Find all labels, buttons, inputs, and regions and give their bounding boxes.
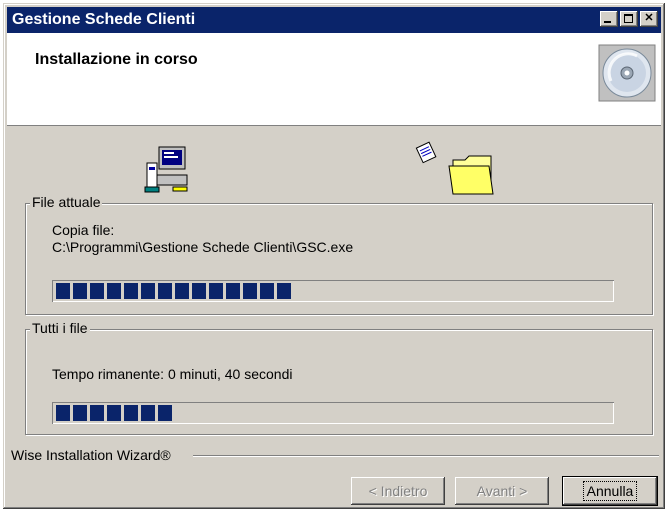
current-file-progress bbox=[52, 280, 614, 302]
progress-block bbox=[175, 283, 189, 299]
copy-label: Copia file: bbox=[52, 222, 115, 238]
progress-block bbox=[56, 405, 70, 421]
all-files-group: Tutti i file Tempo rimanente: 0 minuti, … bbox=[25, 320, 653, 435]
progress-block bbox=[277, 283, 291, 299]
progress-block bbox=[141, 405, 155, 421]
progress-block bbox=[158, 405, 172, 421]
close-icon: ✕ bbox=[644, 12, 654, 24]
brand-label: Wise Installation Wizard® bbox=[11, 447, 171, 463]
current-file-group: File attuale Copia file: C:\Programmi\Ge… bbox=[25, 194, 653, 315]
all-files-progress bbox=[52, 402, 614, 424]
wizard-header: Installazione in corso bbox=[7, 33, 661, 126]
progress-block bbox=[260, 283, 274, 299]
progress-block bbox=[107, 405, 121, 421]
progress-block bbox=[73, 405, 87, 421]
time-remaining: Tempo rimanente: 0 minuti, 40 secondi bbox=[52, 366, 293, 382]
progress-block bbox=[226, 283, 240, 299]
progress-block bbox=[124, 405, 138, 421]
progress-block bbox=[107, 283, 121, 299]
installer-window: Gestione Schede Clienti ✕ Installazione … bbox=[3, 3, 665, 509]
next-button[interactable]: Avanti > bbox=[455, 477, 549, 505]
progress-block bbox=[124, 283, 138, 299]
progress-block bbox=[90, 405, 104, 421]
all-files-progress-fill bbox=[56, 405, 172, 421]
progress-block bbox=[56, 283, 70, 299]
progress-block bbox=[192, 283, 206, 299]
current-file-legend: File attuale bbox=[30, 194, 103, 210]
window-title: Gestione Schede Clienti bbox=[12, 11, 196, 28]
all-files-legend: Tutti i file bbox=[30, 320, 90, 336]
minimize-button[interactable] bbox=[600, 11, 618, 27]
progress-block bbox=[209, 283, 223, 299]
back-button[interactable]: < Indietro bbox=[351, 477, 445, 505]
progress-block bbox=[243, 283, 257, 299]
brand-divider bbox=[193, 455, 659, 456]
progress-block bbox=[158, 283, 172, 299]
title-bar[interactable]: Gestione Schede Clienti ✕ bbox=[7, 7, 661, 33]
maximize-button[interactable] bbox=[620, 11, 638, 27]
cd-icon bbox=[598, 44, 656, 102]
close-button[interactable]: ✕ bbox=[640, 11, 658, 27]
page-title: Installazione in corso bbox=[35, 51, 198, 68]
cancel-button-label: Annulla bbox=[582, 481, 638, 501]
current-file-path: C:\Programmi\Gestione Schede Clienti\GSC… bbox=[52, 239, 354, 255]
cancel-button[interactable]: Annulla bbox=[562, 476, 658, 506]
current-file-progress-fill bbox=[56, 283, 291, 299]
computer-icon bbox=[144, 146, 188, 193]
progress-block bbox=[141, 283, 155, 299]
progress-block bbox=[73, 283, 87, 299]
progress-block bbox=[90, 283, 104, 299]
title-bar-buttons: ✕ bbox=[598, 11, 658, 27]
back-button-label: < Indietro bbox=[368, 483, 428, 499]
folder-icon bbox=[415, 141, 494, 195]
next-button-label: Avanti > bbox=[476, 483, 528, 499]
